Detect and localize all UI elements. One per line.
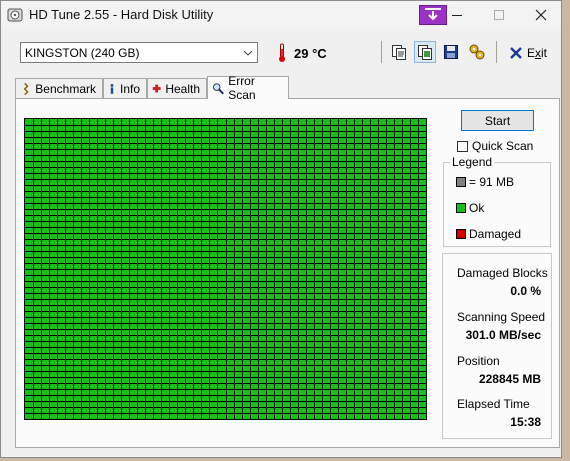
error-scan-panel: Start Quick Scan Legend = 91 MB Ok Damag…: [15, 98, 560, 448]
legend-label: Damaged: [469, 227, 522, 241]
tab-label: Health: [165, 81, 200, 96]
chevron-down-icon: [243, 50, 253, 56]
scan-block-map: [24, 118, 427, 420]
close-button[interactable]: [521, 1, 561, 29]
tab-benchmark[interactable]: Benchmark: [15, 78, 103, 98]
maximize-button[interactable]: [479, 1, 519, 29]
quick-scan-label: Quick Scan: [472, 139, 534, 153]
toolbar-separator: [496, 41, 497, 63]
legend-label: = 91 MB: [469, 175, 515, 189]
legend-label: Ok: [469, 201, 485, 215]
title-bar[interactable]: HD Tune 2.55 - Hard Disk Utility: [1, 1, 561, 29]
magnifier-icon: [212, 82, 224, 94]
tab-label: Error Scan: [228, 74, 256, 102]
maximize-icon: [494, 10, 504, 20]
start-button-label: Start: [484, 113, 511, 128]
start-button[interactable]: Start: [461, 110, 534, 131]
app-window: HD Tune 2.55 - Hard Disk Utility KINGSTO…: [0, 0, 562, 458]
health-icon: [152, 84, 161, 93]
damaged-blocks-value: 0.0 %: [510, 284, 541, 298]
elapsed-time-value: 15:38: [510, 415, 541, 429]
scanning-speed-label: Scanning Speed: [457, 310, 546, 324]
legend-item-block-size: = 91 MB: [456, 175, 514, 189]
settings-gears-icon: [469, 44, 485, 60]
tab-label: Info: [119, 81, 140, 96]
exit-label: Exit: [527, 46, 548, 60]
minimize-icon: [452, 15, 462, 16]
options-button[interactable]: [466, 41, 488, 63]
position-value: 228845 MB: [478, 372, 541, 386]
app-icon: [7, 8, 23, 22]
quick-scan-box[interactable]: [457, 140, 468, 152]
swatch-block-size: [456, 177, 466, 187]
tab-info[interactable]: Info: [103, 78, 147, 98]
scanning-speed-value: 301.0 MB/sec: [465, 328, 541, 342]
drive-select-value: KINGSTON (240 GB): [25, 46, 140, 60]
info-icon: [110, 83, 114, 94]
temperature-readout: 29 °C: [294, 46, 327, 61]
tab-health[interactable]: Health: [147, 78, 207, 98]
chart-icon: [23, 82, 29, 95]
close-icon: [535, 9, 547, 21]
copy-text-button[interactable]: [388, 41, 410, 63]
copy-icon: [392, 45, 406, 60]
floppy-disk-icon: [444, 45, 458, 59]
swatch-ok: [456, 203, 466, 213]
legend-title: Legend: [450, 155, 495, 169]
tab-label: Benchmark: [35, 81, 96, 96]
drive-select[interactable]: KINGSTON (240 GB): [20, 42, 258, 63]
toolbar: KINGSTON (240 GB) 29 °C Exit: [1, 31, 561, 73]
exit-x-icon: [510, 47, 522, 59]
save-button[interactable]: [440, 41, 462, 63]
toolbar-separator: [381, 41, 382, 63]
copy-image-icon: [418, 45, 432, 60]
minimize-button[interactable]: [437, 1, 477, 29]
scan-stats-group: Damaged Blocks 0.0 % Scanning Speed 301.…: [442, 253, 552, 439]
copy-screenshot-button[interactable]: [414, 41, 436, 63]
elapsed-time-label: Elapsed Time: [457, 397, 530, 411]
thermometer-icon: [279, 43, 285, 62]
quick-scan-checkbox[interactable]: Quick Scan: [457, 139, 533, 153]
tab-error-scan[interactable]: Error Scan: [207, 74, 289, 102]
position-label: Position: [457, 354, 500, 368]
scan-block-grid: [25, 119, 426, 419]
legend-item-ok: Ok: [456, 201, 484, 215]
legend-item-damaged: Damaged: [456, 227, 521, 241]
swatch-damaged: [456, 229, 466, 239]
legend-group: Legend = 91 MB Ok Damaged: [443, 155, 551, 247]
window-title: HD Tune 2.55 - Hard Disk Utility: [29, 7, 214, 22]
exit-button[interactable]: Exit: [509, 43, 547, 63]
damaged-blocks-label: Damaged Blocks: [457, 266, 548, 280]
